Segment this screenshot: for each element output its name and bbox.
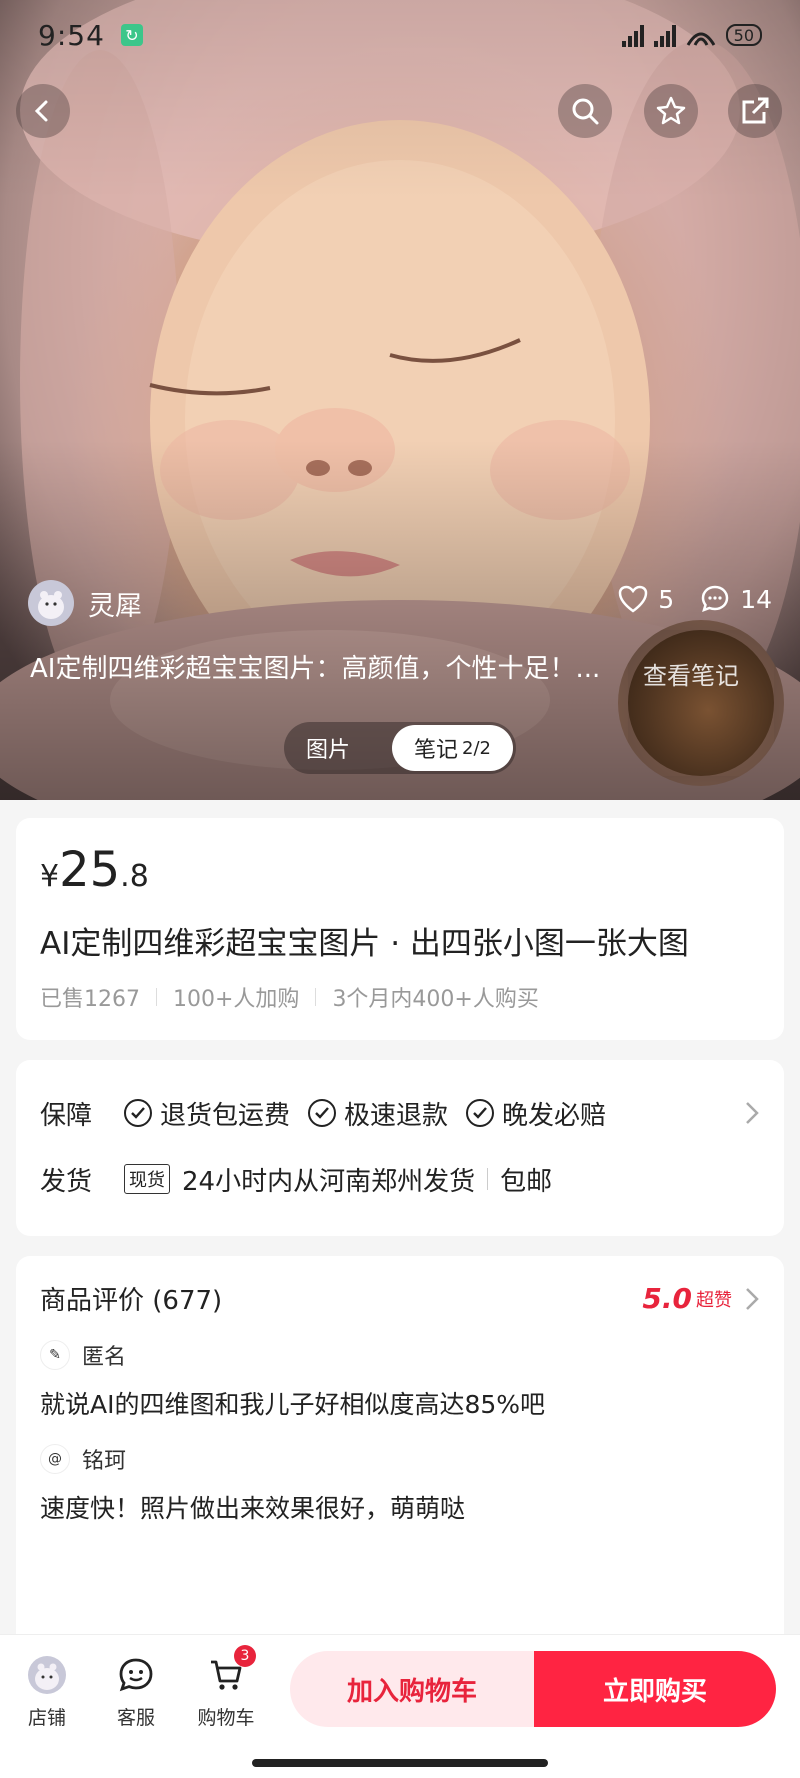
price-integer: 25 xyxy=(59,842,121,898)
customer-service-button[interactable]: 客服 xyxy=(101,1655,171,1730)
in-stock-tag: 现货 xyxy=(124,1164,170,1194)
search-icon xyxy=(572,98,599,125)
guarantee-item: 退货包运费 xyxy=(124,1095,290,1132)
hippo-icon xyxy=(38,591,64,619)
buy-now-button[interactable]: 立即购买 xyxy=(534,1651,776,1727)
view-note-label: 查看笔记 xyxy=(643,662,739,690)
store-button[interactable]: 店铺 xyxy=(12,1655,82,1730)
like-count: 5 xyxy=(658,584,675,614)
review-text: 速度快！照片做出来效果很好，萌萌哒 xyxy=(40,1494,466,1523)
recent-purchase-count: 3个月内400+人购买 xyxy=(332,987,539,1012)
review-score: 5.0 超赞 xyxy=(642,1282,760,1315)
signal-icon-2 xyxy=(653,23,676,47)
shipping-label: 发货 xyxy=(40,1166,93,1197)
guarantee-text: 退货包运费 xyxy=(160,1100,291,1131)
author-avatar xyxy=(28,580,74,626)
comment-stat[interactable]: 14 xyxy=(700,584,772,614)
bottom-action-bar: 店铺 客服 3 购物车 加入购物车 立即购买 xyxy=(0,1634,800,1778)
check-circle-icon xyxy=(466,1099,495,1127)
chevron-right-icon xyxy=(746,1102,759,1124)
guarantee-row[interactable]: 保障 退货包运费 极速退款 晚发必赔 xyxy=(40,1080,760,1146)
reviewer: ✎ 匿名 xyxy=(40,1339,760,1371)
product-image-hero[interactable]: 9:54 ↻ 50 灵犀 5 14 AI定制四维彩超宝宝图片：高颜值，个性十足！… xyxy=(0,0,800,800)
shipping-text: 24小时内从河南郑州发货 xyxy=(182,1166,476,1197)
share-icon xyxy=(742,97,769,124)
status-time: 9:54 xyxy=(38,18,105,52)
guarantee-text: 晚发必赔 xyxy=(502,1100,607,1131)
share-button[interactable] xyxy=(728,84,782,138)
tab-notes[interactable]: 笔记 2/2 xyxy=(392,725,513,771)
check-circle-icon xyxy=(124,1099,152,1127)
price-card: ¥ 25 .8 AI定制四维彩超宝宝图片 · 出四张小图一张大图 已售1267 … xyxy=(16,818,784,1040)
cart-count-badge: 3 xyxy=(234,1645,256,1667)
check-circle-icon xyxy=(308,1099,337,1127)
divider xyxy=(487,1168,489,1190)
tab-notes-count: 2/2 xyxy=(462,737,491,759)
star-icon xyxy=(656,96,686,125)
guarantee-item: 晚发必赔 xyxy=(466,1095,606,1132)
reviewer-name: 铭珂 xyxy=(82,1449,127,1474)
like-stat[interactable]: 5 xyxy=(618,585,674,614)
status-bar: 9:54 ↻ 50 xyxy=(0,0,800,70)
score-value: 5.0 xyxy=(642,1282,692,1315)
cart-button[interactable]: 3 购物车 xyxy=(191,1645,261,1730)
sales-info: 已售1267 100+人加购 3个月内400+人购买 xyxy=(40,981,760,1013)
currency-symbol: ¥ xyxy=(40,859,60,894)
favorite-button[interactable] xyxy=(644,84,698,138)
note-title[interactable]: AI定制四维彩超宝宝图片：高颜值，个性十足！... xyxy=(30,648,630,685)
home-indicator[interactable] xyxy=(252,1759,548,1767)
media-tabs: 图片 笔记 2/2 xyxy=(284,722,516,774)
author-name: 灵犀 xyxy=(88,590,142,622)
search-button[interactable] xyxy=(558,84,612,138)
service-label: 客服 xyxy=(116,1707,155,1729)
reviewer-avatar-swirl-icon: @ xyxy=(40,1444,70,1474)
store-label: 店铺 xyxy=(27,1707,66,1729)
comment-count: 14 xyxy=(740,584,772,614)
divider xyxy=(315,988,317,1006)
heart-icon xyxy=(619,585,648,613)
guarantee-label: 保障 xyxy=(40,1100,93,1131)
chat-smile-icon xyxy=(116,1655,156,1695)
reviewer: @ 铭珂 xyxy=(40,1443,760,1475)
shipping-row: 发货 现货 24小时内从河南郑州发货 包邮 xyxy=(40,1146,760,1212)
free-shipping: 包邮 xyxy=(500,1166,553,1197)
divider xyxy=(156,988,157,1006)
reviews-header[interactable]: 商品评价 (677) 5.0 超赞 xyxy=(40,1280,760,1317)
reviewer-avatar-pencil-icon: ✎ xyxy=(40,1340,70,1370)
chevron-left-icon xyxy=(34,100,48,122)
price-decimal: .8 xyxy=(120,859,149,894)
note-stats: 5 14 xyxy=(618,584,772,614)
back-button[interactable] xyxy=(16,84,70,138)
product-title: AI定制四维彩超宝宝图片 · 出四张小图一张大图 xyxy=(40,926,689,962)
review-text: 就说AI的四维图和我儿子好相似度高达85%吧 xyxy=(40,1390,546,1419)
battery-icon: 50 xyxy=(725,24,762,46)
tab-notes-label: 笔记 xyxy=(414,738,459,763)
tab-images[interactable]: 图片 xyxy=(284,725,372,771)
wifi-icon xyxy=(686,32,715,46)
score-label: 超赞 xyxy=(696,1289,732,1311)
cart-label: 购物车 xyxy=(197,1707,255,1729)
guarantee-item: 极速退款 xyxy=(308,1095,448,1132)
comment-icon xyxy=(701,585,729,613)
price: ¥ 25 .8 xyxy=(40,842,760,898)
chevron-right-icon xyxy=(746,1287,759,1310)
sold-count: 已售1267 xyxy=(40,987,140,1012)
view-note-button[interactable]: 查看笔记 xyxy=(618,620,784,786)
reviews-title: 商品评价 (677) xyxy=(40,1286,223,1316)
add-to-cart-button[interactable]: 加入购物车 xyxy=(290,1651,534,1727)
store-avatar-icon xyxy=(27,1655,67,1695)
added-to-cart-count: 100+人加购 xyxy=(173,987,300,1012)
app-notification-icon: ↻ xyxy=(120,24,143,46)
service-card: 保障 退货包运费 极速退款 晚发必赔 发货 现货 24小时内从河南郑州发货 包邮 xyxy=(16,1060,784,1236)
cart-icon: 3 xyxy=(206,1645,256,1695)
note-author[interactable]: 灵犀 xyxy=(28,580,142,626)
review-item[interactable]: ✎ 匿名 就说AI的四维图和我儿子好相似度高达85%吧 xyxy=(40,1339,760,1421)
reviewer-name: 匿名 xyxy=(82,1345,127,1370)
reviews-card: 商品评价 (677) 5.0 超赞 ✎ 匿名 就说AI的四维图和我儿子好相似度高… xyxy=(16,1256,784,1676)
signal-icon xyxy=(621,23,644,47)
review-item[interactable]: @ 铭珂 速度快！照片做出来效果很好，萌萌哒 xyxy=(40,1443,760,1525)
guarantee-text: 极速退款 xyxy=(344,1100,449,1131)
